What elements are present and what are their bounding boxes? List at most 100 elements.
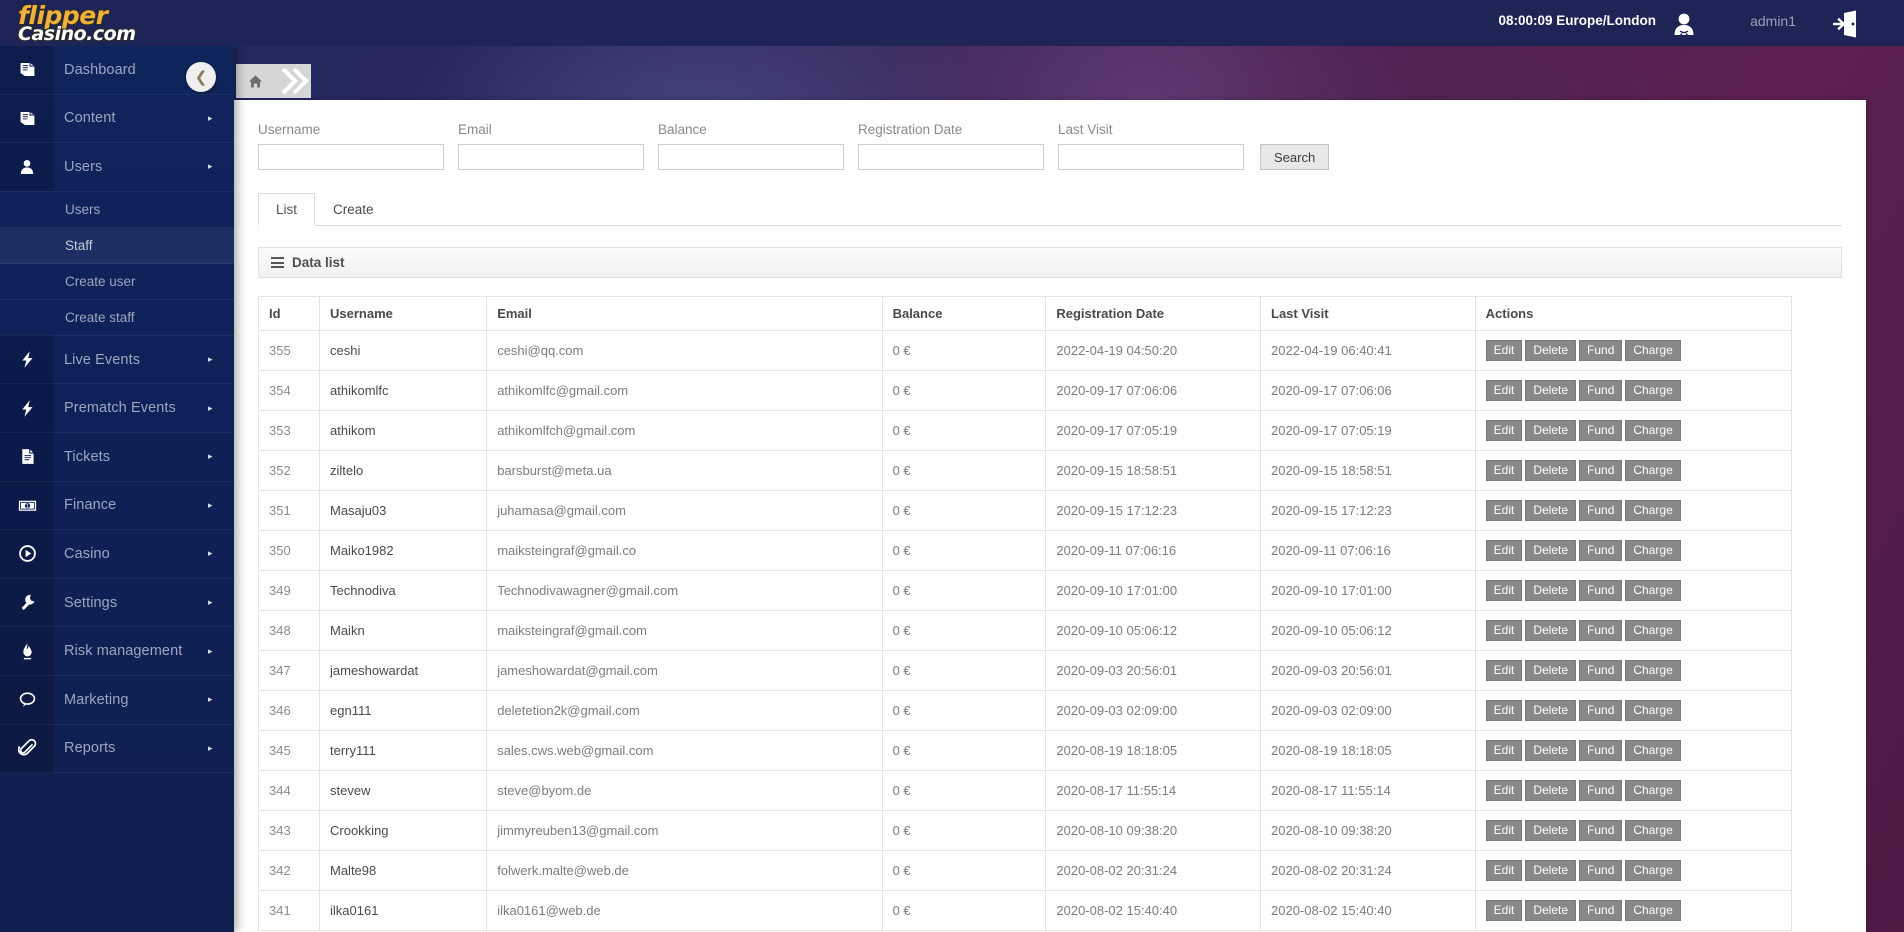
sidebar-subitem-create-user[interactable]: Create user xyxy=(0,264,234,300)
edit-button[interactable]: Edit xyxy=(1485,900,1523,921)
cell-username: Technodiva xyxy=(318,570,488,611)
fund-button[interactable]: Fund xyxy=(1579,660,1623,681)
table-row: 355 ceshi ceshi@qq.com 0 €2022-04-19 04:50:… xyxy=(258,330,1793,371)
wrench-icon xyxy=(0,578,54,627)
edit-button[interactable]: Edit xyxy=(1485,460,1523,481)
sidebar-item-settings[interactable]: Settings ▸ xyxy=(0,578,234,628)
fund-button[interactable]: Fund xyxy=(1579,700,1623,721)
delete-button[interactable]: Delete xyxy=(1525,380,1577,401)
edit-button[interactable]: Edit xyxy=(1485,380,1523,401)
cell-username: ceshi xyxy=(318,330,488,371)
charge-button[interactable]: Charge xyxy=(1625,740,1681,761)
filter-input-balance[interactable] xyxy=(658,144,844,170)
fund-button[interactable]: Fund xyxy=(1579,820,1623,841)
tab-list[interactable]: List xyxy=(258,193,316,226)
edit-button[interactable]: Edit xyxy=(1485,420,1523,441)
fund-button[interactable]: Fund xyxy=(1579,340,1623,361)
charge-button[interactable]: Charge xyxy=(1625,420,1681,441)
fund-button[interactable]: Fund xyxy=(1579,420,1623,441)
cell-email: Technodivawagner@gmail.com xyxy=(486,570,883,611)
filter-input-last-visit[interactable] xyxy=(1058,144,1244,170)
edit-button[interactable]: Edit xyxy=(1485,620,1523,641)
cell-actions: Edit Delete Fund Charge xyxy=(1474,690,1793,731)
charge-button[interactable]: Charge xyxy=(1625,860,1681,881)
delete-button[interactable]: Delete xyxy=(1525,460,1577,481)
edit-button[interactable]: Edit xyxy=(1485,500,1523,521)
delete-button[interactable]: Delete xyxy=(1525,340,1577,361)
charge-button[interactable]: Charge xyxy=(1625,900,1681,921)
charge-button[interactable]: Charge xyxy=(1625,820,1681,841)
edit-button[interactable]: Edit xyxy=(1485,700,1523,721)
sidebar-subitem-users[interactable]: Users xyxy=(0,192,234,228)
fund-button[interactable]: Fund xyxy=(1579,780,1623,801)
fund-button[interactable]: Fund xyxy=(1579,460,1623,481)
filter-input-registration-date[interactable] xyxy=(858,144,1044,170)
cell-balance: 0 € xyxy=(881,610,1047,651)
main-content-panel: Username Email Balance Registration Date Las… xyxy=(234,100,1866,932)
filter-input-email[interactable] xyxy=(458,144,644,170)
breadcrumb-home-button[interactable] xyxy=(236,64,275,98)
chevron-right-icon: ▸ xyxy=(208,112,213,123)
sidebar-item-risk-management[interactable]: Risk management ▸ xyxy=(0,626,234,676)
edit-button[interactable]: Edit xyxy=(1485,740,1523,761)
fund-button[interactable]: Fund xyxy=(1579,380,1623,401)
sidebar-subitem-staff[interactable]: Staff xyxy=(0,227,234,264)
logout-door-icon[interactable] xyxy=(1828,8,1862,40)
charge-button[interactable]: Charge xyxy=(1625,700,1681,721)
delete-button[interactable]: Delete xyxy=(1525,620,1577,641)
filter-label: Email xyxy=(458,122,492,137)
sidebar-subitem-create-staff[interactable]: Create staff xyxy=(0,300,234,336)
charge-button[interactable]: Charge xyxy=(1625,780,1681,801)
tab-create[interactable]: Create xyxy=(315,193,392,226)
edit-button[interactable]: Edit xyxy=(1485,820,1523,841)
edit-button[interactable]: Edit xyxy=(1485,540,1523,561)
fund-button[interactable]: Fund xyxy=(1579,620,1623,641)
edit-button[interactable]: Edit xyxy=(1485,780,1523,801)
charge-button[interactable]: Charge xyxy=(1625,460,1681,481)
sidebar-item-tickets[interactable]: Tickets ▸ xyxy=(0,432,234,482)
edit-button[interactable]: Edit xyxy=(1485,340,1523,361)
sidebar-item-casino[interactable]: Casino ▸ xyxy=(0,529,234,579)
charge-button[interactable]: Charge xyxy=(1625,580,1681,601)
fund-button[interactable]: Fund xyxy=(1579,740,1623,761)
charge-button[interactable]: Charge xyxy=(1625,660,1681,681)
fund-button[interactable]: Fund xyxy=(1579,900,1623,921)
delete-button[interactable]: Delete xyxy=(1525,500,1577,521)
charge-button[interactable]: Charge xyxy=(1625,500,1681,521)
charge-button[interactable]: Charge xyxy=(1625,340,1681,361)
edit-button[interactable]: Edit xyxy=(1485,660,1523,681)
sidebar-item-prematch-events[interactable]: Prematch Events ▸ xyxy=(0,383,234,433)
chevron-right-icon: ▸ xyxy=(208,499,213,510)
site-logo[interactable]: flipper Casino.com xyxy=(18,2,198,46)
filter-input-username[interactable] xyxy=(258,144,444,170)
username-label: admin1 xyxy=(1750,13,1796,29)
fund-button[interactable]: Fund xyxy=(1579,540,1623,561)
delete-button[interactable]: Delete xyxy=(1525,700,1577,721)
edit-button[interactable]: Edit xyxy=(1485,580,1523,601)
charge-button[interactable]: Charge xyxy=(1625,380,1681,401)
delete-button[interactable]: Delete xyxy=(1525,660,1577,681)
sidebar-item-reports[interactable]: Reports ▸ xyxy=(0,724,234,774)
sidebar-item-marketing[interactable]: Marketing ▸ xyxy=(0,675,234,725)
sidebar-item-content[interactable]: Content ▸ xyxy=(0,94,234,144)
delete-button[interactable]: Delete xyxy=(1525,580,1577,601)
sidebar-item-users[interactable]: Users ▸ xyxy=(0,142,234,192)
delete-button[interactable]: Delete xyxy=(1525,740,1577,761)
charge-button[interactable]: Charge xyxy=(1625,540,1681,561)
sidebar-item-label: Settings xyxy=(64,594,118,611)
search-button[interactable]: Search xyxy=(1260,144,1330,170)
delete-button[interactable]: Delete xyxy=(1525,860,1577,881)
edit-button[interactable]: Edit xyxy=(1485,860,1523,881)
fund-button[interactable]: Fund xyxy=(1579,580,1623,601)
delete-button[interactable]: Delete xyxy=(1525,780,1577,801)
charge-button[interactable]: Charge xyxy=(1625,620,1681,641)
sidebar-item-live-events[interactable]: Live Events ▸ xyxy=(0,335,234,385)
sidebar-item-finance[interactable]: 1 Finance ▸ xyxy=(0,481,234,531)
sidebar-collapse-toggle[interactable]: ❮ xyxy=(186,62,216,92)
delete-button[interactable]: Delete xyxy=(1525,540,1577,561)
delete-button[interactable]: Delete xyxy=(1525,420,1577,441)
fund-button[interactable]: Fund xyxy=(1579,500,1623,521)
delete-button[interactable]: Delete xyxy=(1525,900,1577,921)
delete-button[interactable]: Delete xyxy=(1525,820,1577,841)
fund-button[interactable]: Fund xyxy=(1579,860,1623,881)
